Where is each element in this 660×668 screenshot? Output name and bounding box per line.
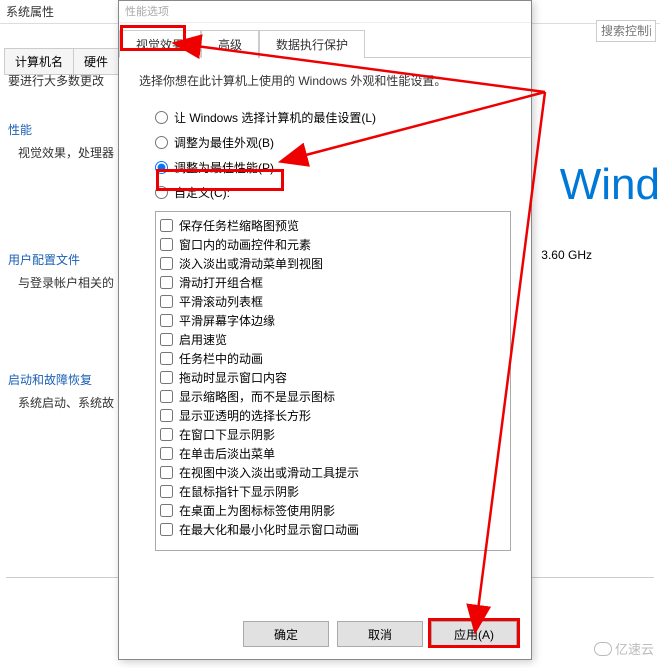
checkbox-11[interactable] (160, 428, 173, 441)
tab-dep[interactable]: 数据执行保护 (259, 30, 365, 58)
radio-input-3[interactable] (155, 186, 168, 199)
checkbox-12[interactable] (160, 447, 173, 460)
check-label-13: 在视图中淡入淡出或滑动工具提示 (179, 464, 359, 481)
check-label-5: 平滑屏幕字体边缘 (179, 312, 275, 329)
check-item-1[interactable]: 窗口内的动画控件和元素 (160, 235, 506, 254)
performance-options-dialog: 性能选项 视觉效果 高级 数据执行保护 选择你想在此计算机上使用的 Window… (118, 0, 532, 660)
check-label-9: 显示缩略图，而不是显示图标 (179, 388, 335, 405)
check-item-16[interactable]: 在最大化和最小化时显示窗口动画 (160, 520, 506, 539)
checkbox-16[interactable] (160, 523, 173, 536)
check-label-12: 在单击后淡出菜单 (179, 445, 275, 462)
check-item-3[interactable]: 滑动打开组合框 (160, 273, 506, 292)
check-item-13[interactable]: 在视图中淡入淡出或滑动工具提示 (160, 463, 506, 482)
check-item-6[interactable]: 启用速览 (160, 330, 506, 349)
check-item-12[interactable]: 在单击后淡出菜单 (160, 444, 506, 463)
cancel-button[interactable]: 取消 (337, 621, 423, 647)
tab-advanced[interactable]: 高级 (201, 30, 259, 58)
radio-best-performance[interactable]: 调整为最佳性能(P) (155, 155, 511, 180)
bg-tab-computer-name[interactable]: 计算机名 (4, 48, 74, 75)
windows-logo-text: Wind (560, 160, 660, 210)
check-label-2: 淡入淡出或滑动菜单到视图 (179, 255, 323, 272)
radio-let-windows-choose[interactable]: 让 Windows 选择计算机的最佳设置(L) (155, 105, 511, 130)
dialog-description: 选择你想在此计算机上使用的 Windows 外观和性能设置。 (139, 72, 511, 89)
check-label-1: 窗口内的动画控件和元素 (179, 236, 311, 253)
radio-best-appearance[interactable]: 调整为最佳外观(B) (155, 130, 511, 155)
checkbox-14[interactable] (160, 485, 173, 498)
radio-input-1[interactable] (155, 136, 168, 149)
cpu-ghz-value: 3.60 GHz (541, 248, 592, 262)
checkbox-6[interactable] (160, 333, 173, 346)
check-item-7[interactable]: 任务栏中的动画 (160, 349, 506, 368)
check-label-16: 在最大化和最小化时显示窗口动画 (179, 521, 359, 538)
check-label-8: 拖动时显示窗口内容 (179, 369, 287, 386)
dialog-tabs: 视觉效果 高级 数据执行保护 (119, 29, 531, 58)
checkbox-4[interactable] (160, 295, 173, 308)
checkbox-1[interactable] (160, 238, 173, 251)
checkbox-10[interactable] (160, 409, 173, 422)
watermark-text: 亿速云 (615, 639, 654, 658)
check-item-0[interactable]: 保存任务栏缩略图预览 (160, 216, 506, 235)
visual-effects-checklist[interactable]: 保存任务栏缩略图预览 窗口内的动画控件和元素 淡入淡出或滑动菜单到视图 滑动打开… (155, 211, 511, 551)
checkbox-0[interactable] (160, 219, 173, 232)
check-label-10: 显示亚透明的选择长方形 (179, 407, 311, 424)
checkbox-9[interactable] (160, 390, 173, 403)
check-item-5[interactable]: 平滑屏幕字体边缘 (160, 311, 506, 330)
radio-input-2[interactable] (155, 161, 168, 174)
check-label-14: 在鼠标指针下显示阴影 (179, 483, 299, 500)
check-item-10[interactable]: 显示亚透明的选择长方形 (160, 406, 506, 425)
checkbox-2[interactable] (160, 257, 173, 270)
check-item-4[interactable]: 平滑滚动列表框 (160, 292, 506, 311)
checkbox-13[interactable] (160, 466, 173, 479)
check-item-8[interactable]: 拖动时显示窗口内容 (160, 368, 506, 387)
dialog-title: 性能选项 (119, 1, 531, 23)
ok-button[interactable]: 确定 (243, 621, 329, 647)
checkbox-15[interactable] (160, 504, 173, 517)
bg-tab-hardware[interactable]: 硬件 (73, 48, 119, 75)
radio-group: 让 Windows 选择计算机的最佳设置(L) 调整为最佳外观(B) 调整为最佳… (155, 105, 511, 205)
check-label-11: 在窗口下显示阴影 (179, 426, 275, 443)
watermark-icon (594, 642, 612, 656)
checkbox-3[interactable] (160, 276, 173, 289)
radio-label-2: 调整为最佳性能(P) (174, 159, 274, 176)
radio-custom[interactable]: 自定义(C): (155, 180, 511, 205)
checkbox-7[interactable] (160, 352, 173, 365)
radio-label-0: 让 Windows 选择计算机的最佳设置(L) (174, 109, 376, 126)
check-label-15: 在桌面上为图标标签使用阴影 (179, 502, 335, 519)
radio-label-1: 调整为最佳外观(B) (174, 134, 274, 151)
checkbox-5[interactable] (160, 314, 173, 327)
check-label-3: 滑动打开组合框 (179, 274, 263, 291)
check-item-9[interactable]: 显示缩略图，而不是显示图标 (160, 387, 506, 406)
radio-input-0[interactable] (155, 111, 168, 124)
check-label-0: 保存任务栏缩略图预览 (179, 217, 299, 234)
check-label-6: 启用速览 (179, 331, 227, 348)
checkbox-8[interactable] (160, 371, 173, 384)
check-item-11[interactable]: 在窗口下显示阴影 (160, 425, 506, 444)
check-item-14[interactable]: 在鼠标指针下显示阴影 (160, 482, 506, 501)
check-label-7: 任务栏中的动画 (179, 350, 263, 367)
apply-button[interactable]: 应用(A) (431, 621, 517, 647)
check-label-4: 平滑滚动列表框 (179, 293, 263, 310)
check-item-15[interactable]: 在桌面上为图标标签使用阴影 (160, 501, 506, 520)
search-input[interactable] (596, 20, 656, 42)
radio-label-3: 自定义(C): (174, 184, 230, 201)
watermark: 亿速云 (594, 639, 654, 658)
check-item-2[interactable]: 淡入淡出或滑动菜单到视图 (160, 254, 506, 273)
tab-visual-effects[interactable]: 视觉效果 (119, 30, 201, 58)
